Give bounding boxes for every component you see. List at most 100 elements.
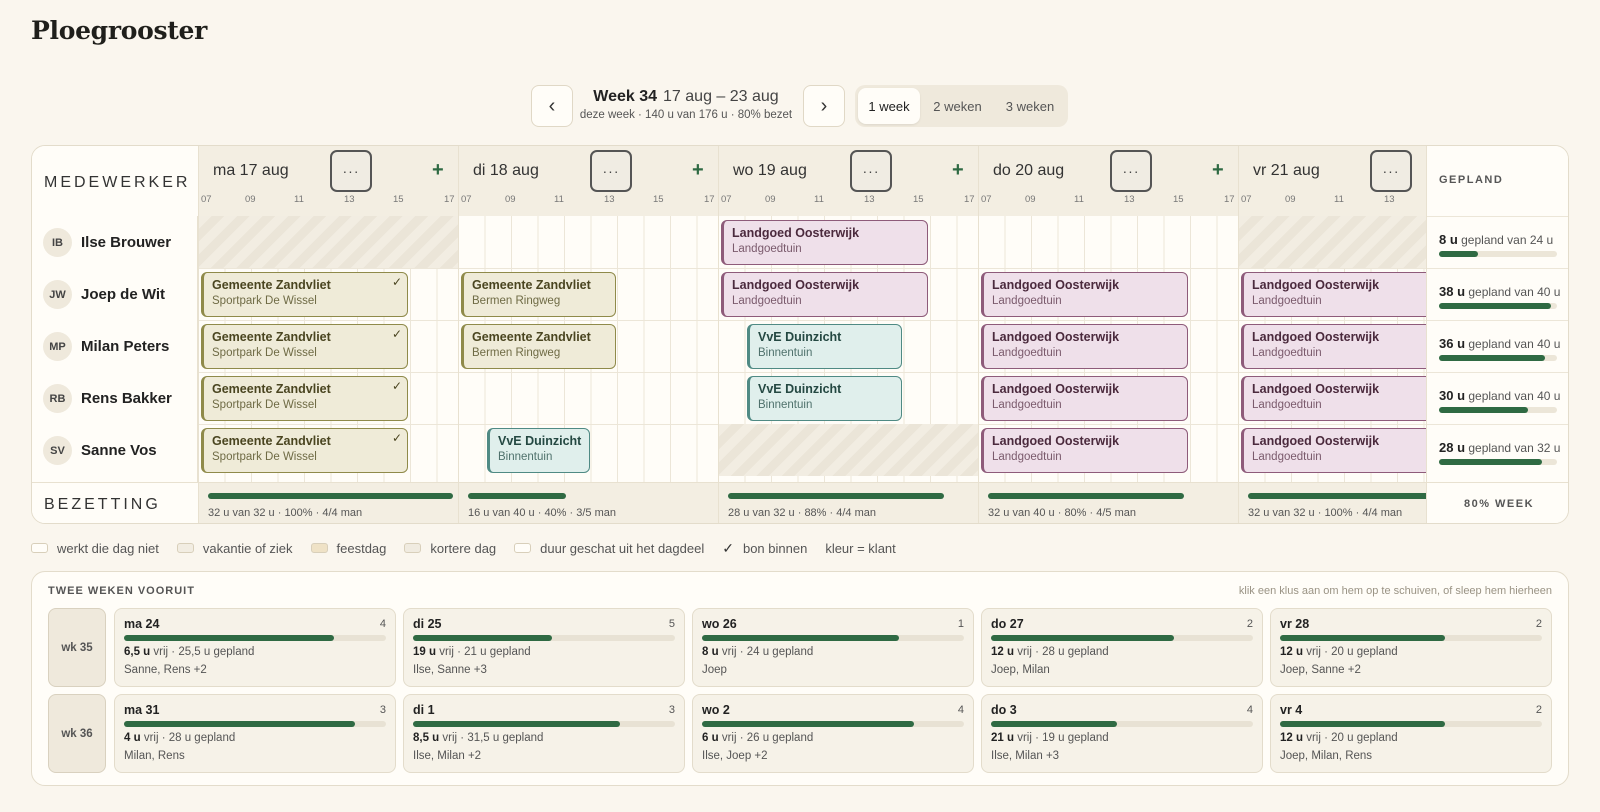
card-people: Ilse, Joep +2 [702, 750, 768, 762]
card-track [1280, 635, 1542, 641]
week-range: 17 aug – 23 aug [663, 88, 779, 105]
free-hours: 12 u [991, 646, 1015, 658]
job-block[interactable]: Gemeente Zandvliet Sportpark De Wissel ✓ [201, 428, 408, 473]
day-card[interactable]: vr 28 2 12 u vrij · 20 u gepland Joep, Sann… [1270, 608, 1552, 687]
free-hours: 8,5 u [413, 732, 440, 744]
job-location: Landgoedtuin [1252, 451, 1322, 463]
job-block[interactable]: VvE Duinzicht Binnentuin [747, 376, 902, 421]
day-column: ma 17 aug ··· +07 09 11 13 15 17 Gemeente Zandvl… [198, 146, 464, 523]
job-block[interactable]: Gemeente Zandvliet Bermen Ringweg [461, 272, 616, 317]
job-block[interactable]: Gemeente Zandvliet Bermen Ringweg [461, 324, 616, 369]
job-block[interactable]: Landgoed Oosterwijk Landgoedtuin [981, 376, 1188, 421]
employee-name[interactable]: Rens Bakker [81, 390, 172, 407]
occupancy-label: BEZETTING [44, 496, 161, 513]
legend-item: kleur = klant [825, 541, 895, 556]
job-block[interactable]: Landgoed Oosterwijk Landgoedtuin [981, 272, 1188, 317]
free-hours: 6 u [702, 732, 719, 744]
job-client: Gemeente Zandvliet [212, 278, 331, 292]
card-track [124, 635, 386, 641]
planned-text: 8 u gepland van 24 u [1439, 232, 1554, 247]
planned-header: GEPLAND [1439, 174, 1504, 186]
job-block[interactable]: Gemeente Zandvliet Sportpark De Wissel ✓ [201, 272, 408, 317]
job-client: Landgoed Oosterwijk [732, 278, 860, 292]
day-occupancy: 32 u van 40 u · 80% · 4/5 man [979, 482, 1244, 523]
card-fill [124, 635, 334, 641]
employee-name[interactable]: Ilse Brouwer [81, 234, 171, 251]
add-job-button[interactable]: + [692, 159, 704, 182]
card-people: Joep [702, 664, 727, 676]
employee-name[interactable]: Sanne Vos [81, 442, 157, 459]
day-card[interactable]: ma 31 3 4 u vrij · 28 u gepland Milan, Rens [114, 694, 396, 773]
planned-fill [1439, 459, 1542, 465]
job-client: VvE Duinzicht [498, 434, 582, 448]
row-divider [979, 268, 1244, 269]
day-card[interactable]: di 25 5 19 u vrij · 21 u gepland Ilse, Sann… [403, 608, 685, 687]
job-client: Landgoed Oosterwijk [1252, 330, 1380, 344]
day-card[interactable]: vr 4 2 12 u vrij · 20 u gepland Joep, Milan… [1270, 694, 1552, 773]
day-options-button[interactable]: ··· [330, 150, 372, 192]
employee-name[interactable]: Joep de Wit [81, 286, 165, 303]
add-job-button[interactable]: + [952, 159, 964, 182]
job-block[interactable]: Landgoed Oosterwijk Landgoedtuin [1241, 324, 1426, 369]
day-card[interactable]: di 1 3 8,5 u vrij · 31,5 u gepland Ilse, Mi… [403, 694, 685, 773]
view-toggle: 1 week 2 weken 3 weken [855, 85, 1068, 127]
week-summary: deze week · 140 u van 176 u · 80% bezet [579, 109, 793, 121]
legend-label: kleur = klant [825, 540, 896, 556]
job-block[interactable]: Landgoed Oosterwijk Landgoedtuin [981, 324, 1188, 369]
add-job-button[interactable]: + [432, 159, 444, 182]
day-body: Landgoed Oosterwijk Landgoedtuin Landgoed … [719, 216, 984, 482]
row-divider [979, 372, 1244, 373]
card-people: Milan, Rens [124, 750, 185, 762]
hour-tick: 07 [721, 194, 732, 205]
job-block[interactable]: Gemeente Zandvliet Sportpark De Wissel ✓ [201, 376, 408, 421]
employee-name[interactable]: Milan Peters [81, 338, 169, 355]
view-1-week[interactable]: 1 week [858, 88, 920, 124]
day-body: Gemeente Zandvliet Sportpark De Wissel ✓ Ge… [199, 216, 464, 482]
card-count: 2 [1535, 704, 1542, 716]
job-location: Landgoedtuin [1252, 295, 1322, 307]
prev-week-button[interactable]: ‹ [531, 85, 573, 127]
day-body: Gemeente Zandvliet Bermen Ringweg Gemeente… [459, 216, 724, 482]
card-track [1280, 721, 1542, 727]
day-card[interactable]: wo 2 4 6 u vrij · 26 u gepland Ilse, Joep +… [692, 694, 974, 773]
job-block[interactable]: Gemeente Zandvliet Sportpark De Wissel ✓ [201, 324, 408, 369]
day-card[interactable]: do 27 2 12 u vrij · 28 u gepland Joep, Mila… [981, 608, 1263, 687]
hour-tick: 09 [245, 194, 256, 205]
card-count: 3 [668, 704, 675, 716]
job-location: Sportpark De Wissel [212, 451, 317, 463]
job-client: Landgoed Oosterwijk [992, 382, 1120, 396]
day-options-button[interactable]: ··· [590, 150, 632, 192]
job-block[interactable]: Landgoed Oosterwijk Landgoedtuin [1241, 272, 1426, 317]
hour-tick: 07 [1241, 194, 1252, 205]
job-block[interactable]: Landgoed Oosterwijk Landgoedtuin [1241, 428, 1426, 473]
day-card[interactable]: wo 26 1 8 u vrij · 24 u gepland Joep [692, 608, 974, 687]
job-block[interactable]: Landgoed Oosterwijk Landgoedtuin [981, 428, 1188, 473]
job-client: Landgoed Oosterwijk [992, 278, 1120, 292]
legend-swatch [31, 543, 48, 553]
job-block[interactable]: Landgoed Oosterwijk Landgoedtuin [1241, 376, 1426, 421]
add-job-button[interactable]: + [1212, 159, 1224, 182]
job-client: Gemeente Zandvliet [472, 278, 591, 292]
next-week-button[interactable]: › [803, 85, 845, 127]
free-hours: 6,5 u [124, 646, 151, 658]
job-block[interactable]: Landgoed Oosterwijk Landgoedtuin [721, 272, 928, 317]
view-3-weeks[interactable]: 3 weken [995, 88, 1065, 124]
day-options-button[interactable]: ··· [1370, 150, 1412, 192]
day-options-button[interactable]: ··· [1110, 150, 1152, 192]
hour-tick: 17 [964, 194, 975, 205]
job-block[interactable]: VvE Duinzicht Binnentuin [747, 324, 902, 369]
card-fill [413, 721, 620, 727]
view-2-weeks[interactable]: 2 weken [920, 88, 995, 124]
day-card[interactable]: ma 24 4 6,5 u vrij · 25,5 u gepland Sanne, … [114, 608, 396, 687]
unavailable-cell [719, 424, 984, 476]
job-location: Bermen Ringweg [472, 347, 561, 359]
row-divider [199, 268, 464, 269]
job-block[interactable]: Landgoed Oosterwijk Landgoedtuin [721, 220, 928, 265]
job-client: Gemeente Zandvliet [472, 330, 591, 344]
day-options-button[interactable]: ··· [850, 150, 892, 192]
employee-row: SV Sanne Vos [32, 424, 198, 477]
planned-fill [1439, 303, 1551, 309]
job-location: Binnentuin [758, 399, 813, 411]
job-block[interactable]: VvE Duinzicht Binnentuin [487, 428, 590, 473]
day-card[interactable]: do 3 4 21 u vrij · 19 u gepland Ilse, Milan… [981, 694, 1263, 773]
